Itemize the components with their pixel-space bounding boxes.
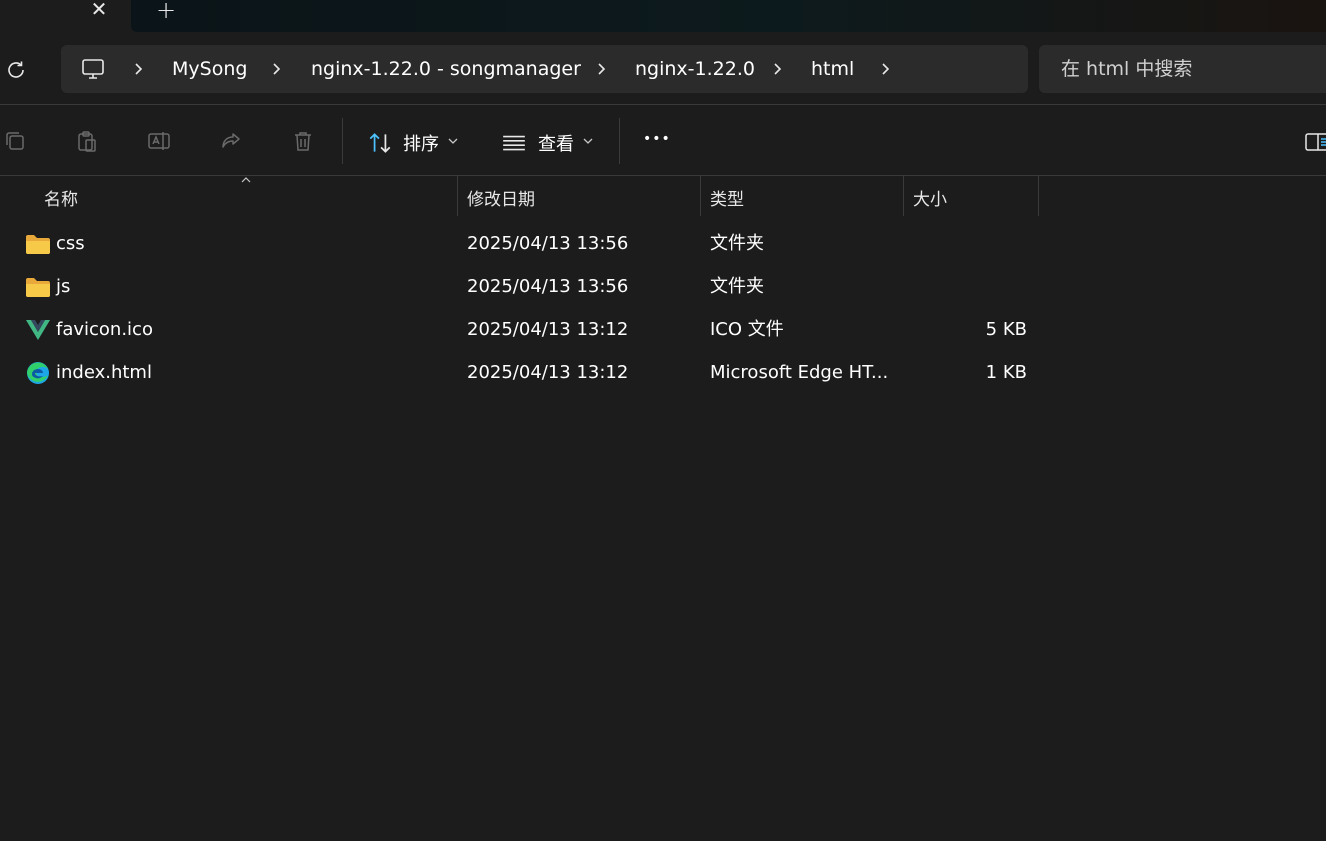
file-modified: 2025/04/13 13:56 [467,233,629,254]
file-type: Microsoft Edge HT... [710,362,889,383]
column-header-type[interactable]: 类型 [710,185,744,210]
close-tab-button[interactable]: ✕ [88,0,110,21]
edge-icon [27,362,49,384]
file-size: 5 KB [985,319,1027,340]
refresh-icon[interactable] [4,58,28,82]
chevron-down-icon[interactable] [583,137,593,145]
file-type: ICO 文件 [710,319,784,340]
toolbar-separator [619,118,620,164]
column-header-name[interactable]: 名称 [44,185,78,210]
file-modified: 2025/04/13 13:12 [467,319,629,340]
file-row[interactable]: favicon.ico 2025/04/13 13:12 ICO 文件 5 KB [0,308,1326,351]
file-modified: 2025/04/13 13:12 [467,362,629,383]
breadcrumb-item-nginx[interactable]: nginx-1.22.0 [635,45,755,93]
paste-icon[interactable] [75,129,99,153]
breadcrumb[interactable]: MySong nginx-1.22.0 - songmanager nginx-… [61,45,1028,93]
file-row[interactable]: js 2025/04/13 13:56 文件夹 [0,265,1326,308]
share-icon[interactable] [219,129,243,153]
folder-icon [26,278,50,297]
breadcrumb-item-mysong[interactable]: MySong [172,45,247,93]
file-row[interactable]: index.html 2025/04/13 13:12 Microsoft Ed… [0,351,1326,394]
more-options-button[interactable]: ••• [643,131,671,147]
file-modified: 2025/04/13 13:56 [467,276,629,297]
file-name[interactable]: css [56,222,85,265]
this-pc-icon[interactable] [81,57,105,81]
delete-icon[interactable] [291,129,315,153]
copy-icon[interactable] [3,129,27,153]
search-input[interactable]: 在 html 中搜索 [1039,45,1326,93]
chevron-right-icon[interactable] [595,59,609,79]
column-divider[interactable] [700,176,701,216]
chevron-right-icon[interactable] [771,59,785,79]
view-button[interactable]: 查看 [538,130,574,156]
file-name[interactable]: favicon.ico [56,308,153,351]
divider [0,175,1326,176]
tab-strip [131,0,1326,32]
search-placeholder: 在 html 中搜索 [1061,58,1193,80]
view-icon[interactable] [501,130,527,156]
file-row[interactable]: css 2025/04/13 13:56 文件夹 [0,222,1326,265]
chevron-right-icon[interactable] [879,59,893,79]
details-pane-icon[interactable] [1304,130,1326,154]
column-divider[interactable] [903,176,904,216]
breadcrumb-item-songmanager[interactable]: nginx-1.22.0 - songmanager [311,45,581,93]
vue-icon [26,320,50,340]
sort-ascending-indicator-icon [241,177,251,183]
file-size: 1 KB [985,362,1027,383]
folder-icon [26,235,50,254]
breadcrumb-item-html[interactable]: html [811,45,854,93]
new-tab-button[interactable]: + [155,0,177,24]
file-name[interactable]: index.html [56,351,152,394]
sort-icon[interactable] [367,130,393,156]
toolbar-separator [342,118,343,164]
column-divider[interactable] [1038,176,1039,216]
chevron-right-icon[interactable] [132,59,146,79]
column-divider[interactable] [457,176,458,216]
chevron-right-icon[interactable] [270,59,284,79]
rename-icon[interactable] [147,129,171,153]
column-header-size[interactable]: 大小 [913,185,947,210]
file-type: 文件夹 [710,276,764,297]
sort-button[interactable]: 排序 [403,130,439,156]
file-name[interactable]: js [56,265,70,308]
column-header-modified[interactable]: 修改日期 [467,185,535,210]
file-type: 文件夹 [710,233,764,254]
tab-bar: ✕ + [0,0,1326,32]
chevron-down-icon[interactable] [448,137,458,145]
